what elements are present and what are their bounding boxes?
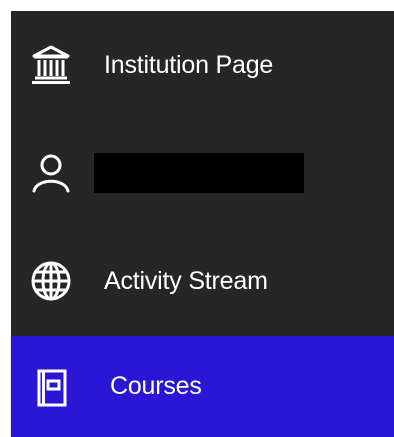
nav-item-institution-page[interactable]: Institution Page [11,11,394,119]
courses-icon [29,365,73,409]
nav-item-activity-stream[interactable]: Activity Stream [11,227,394,335]
institution-icon [29,43,73,87]
nav-item-label: Activity Stream [104,266,268,295]
nav-item-label: Institution Page [104,50,274,79]
nav-item-label: Courses [110,372,202,400]
nav-item-courses[interactable]: Courses [11,336,394,437]
globe-icon [29,259,73,303]
user-icon [29,151,73,195]
side-navigation: Institution Page Activity Stream Courses [11,11,394,437]
nav-item-profile[interactable] [11,119,394,227]
redacted-username [94,153,304,193]
